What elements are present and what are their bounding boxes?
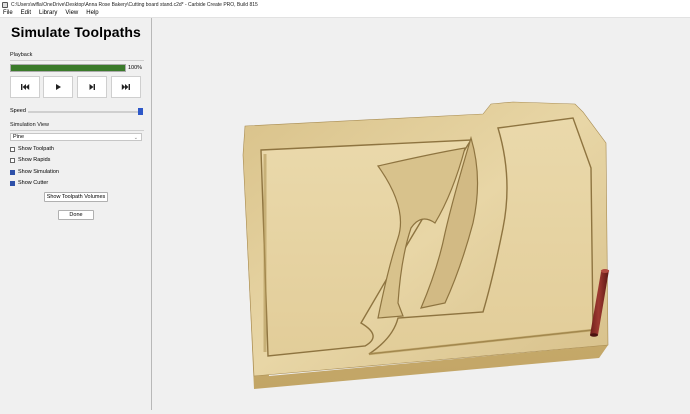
- checkbox-label: Show Simulation: [18, 169, 59, 175]
- checkbox-box: [10, 157, 15, 163]
- show-rapids-checkbox[interactable]: Show Rapids: [10, 157, 50, 163]
- menu-view[interactable]: View: [65, 10, 78, 16]
- checkbox-box: [10, 146, 15, 152]
- menu-help[interactable]: Help: [86, 10, 98, 16]
- step-forward-icon: [89, 84, 95, 90]
- checkbox-box: [10, 180, 15, 186]
- play-icon: [56, 84, 61, 90]
- menu-file[interactable]: File: [3, 10, 13, 16]
- skip-back-icon: [21, 84, 30, 90]
- checkbox-label: Show Cutter: [18, 180, 49, 186]
- simulate-panel: Simulate Toolpaths Playback 100% Speed S: [0, 18, 152, 410]
- simulation-viewport[interactable]: [153, 18, 690, 410]
- play-button[interactable]: [43, 76, 73, 98]
- simulated-stock: [242, 101, 610, 389]
- show-simulation-checkbox[interactable]: Show Simulation: [10, 169, 59, 175]
- playback-progress-bar: [10, 64, 126, 72]
- app-icon: [2, 1, 8, 8]
- window-title: C:\Users\wlfla\OneDrive\Desktop\Anna Ros…: [11, 1, 258, 8]
- playback-progress-text: 100%: [128, 65, 143, 71]
- menu-edit[interactable]: Edit: [21, 10, 31, 16]
- rewind-button[interactable]: [10, 76, 40, 98]
- skip-forward-icon: [121, 84, 130, 90]
- material-select-value: Pine: [13, 134, 25, 140]
- playback-label: Playback: [10, 52, 33, 58]
- menu-library[interactable]: Library: [39, 10, 57, 16]
- title-bar: C:\Users\wlfla\OneDrive\Desktop\Anna Ros…: [0, 0, 690, 9]
- step-button[interactable]: [77, 76, 107, 98]
- speed-label: Speed: [10, 108, 26, 114]
- material-select[interactable]: Pine ⌄: [10, 133, 142, 141]
- playback-divider: [10, 60, 144, 61]
- end-button[interactable]: [111, 76, 141, 98]
- panel-title: Simulate Toolpaths: [11, 24, 141, 40]
- playback-progress-fill: [11, 65, 125, 71]
- done-button[interactable]: Done: [58, 210, 94, 220]
- show-toolpath-checkbox[interactable]: Show Toolpath: [10, 146, 54, 152]
- simulation-view-label: Simulation View: [10, 122, 50, 128]
- menu-bar: File Edit Library View Help: [0, 9, 690, 18]
- checkbox-label: Show Rapids: [18, 157, 51, 163]
- chevron-down-icon: ⌄: [133, 135, 138, 141]
- speed-slider-thumb[interactable]: [138, 108, 143, 115]
- show-cutter-checkbox[interactable]: Show Cutter: [10, 180, 48, 186]
- checkbox-label: Show Toolpath: [18, 146, 54, 152]
- show-toolpath-volumes-button[interactable]: Show Toolpath Volumes: [44, 192, 108, 202]
- simulation-view-divider: [10, 130, 144, 131]
- speed-slider-track[interactable]: [28, 111, 143, 113]
- checkbox-box: [10, 169, 15, 175]
